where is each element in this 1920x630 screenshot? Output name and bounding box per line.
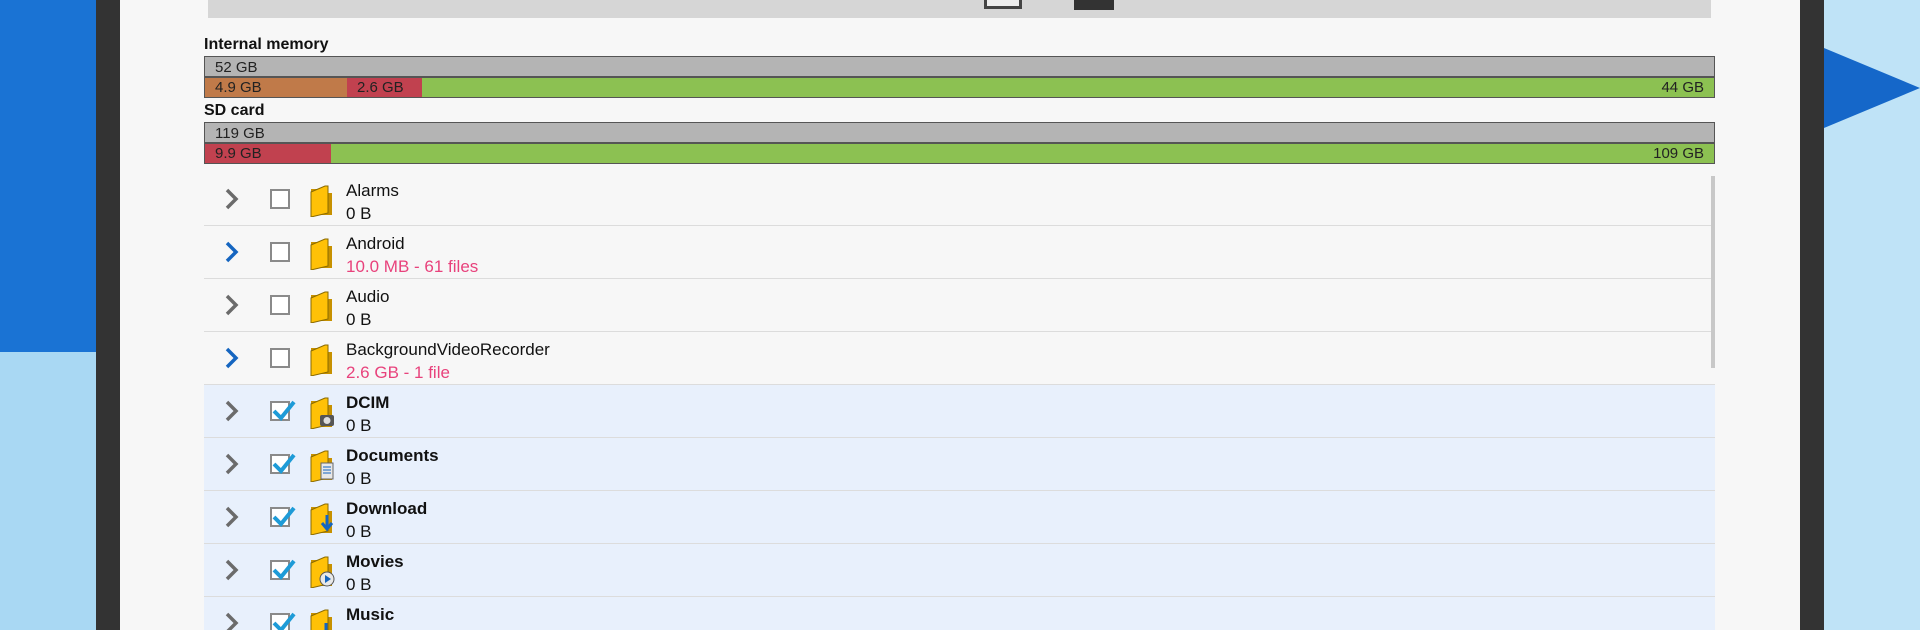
sd-used-segment: 9.9 GB [205, 144, 331, 163]
chevron-right-icon[interactable] [220, 558, 244, 582]
folder-name: BackgroundVideoRecorder [346, 340, 550, 359]
folder-checkbox[interactable] [270, 295, 290, 315]
folder-name: Documents [346, 446, 439, 465]
background-arrow-shape [1824, 48, 1920, 128]
folder-checkbox[interactable] [270, 400, 296, 421]
folder-checkbox[interactable] [270, 559, 296, 580]
folder-size: 0 B [346, 204, 372, 223]
sd-free-text: 109 GB [1653, 145, 1704, 162]
folder-checkbox[interactable] [270, 453, 296, 474]
folder-row[interactable]: Movies 0 B [204, 544, 1715, 597]
sd-card-icon[interactable] [1074, 0, 1114, 10]
chevron-right-icon[interactable] [220, 505, 244, 529]
folder-icon [308, 183, 336, 218]
folder-size: 0 B [346, 522, 372, 541]
folder-row[interactable]: Alarms 0 B [204, 173, 1715, 226]
checkmark-icon [272, 559, 296, 580]
device-storage-icon[interactable] [984, 0, 1022, 9]
folder-checkbox[interactable] [270, 189, 290, 209]
folder-size: 0 B [346, 469, 372, 488]
internal-free-text: 44 GB [1661, 79, 1704, 96]
internal-memory-label: Internal memory [204, 36, 329, 53]
chevron-right-icon[interactable] [220, 240, 244, 264]
folder-row[interactable]: Download 0 B [204, 491, 1715, 544]
background-left-light [0, 352, 96, 630]
camera-folder-icon [308, 395, 336, 430]
folder-size: 0 B [346, 575, 372, 594]
scrollbar[interactable] [1711, 176, 1715, 368]
chevron-right-icon[interactable] [220, 399, 244, 423]
chevron-right-icon[interactable] [220, 346, 244, 370]
folder-name: DCIM [346, 393, 390, 412]
sd-card-label: SD card [204, 102, 265, 119]
document-folder-icon [308, 448, 336, 483]
internal-total-text: 52 GB [215, 59, 258, 76]
chevron-right-icon[interactable] [220, 452, 244, 476]
folder-name: Music [346, 605, 395, 624]
folder-name: Audio [346, 287, 390, 306]
folder-size: 0 B [346, 310, 372, 329]
checkmark-icon [272, 400, 296, 421]
chevron-right-icon[interactable] [220, 611, 244, 630]
sd-usage-bar: 9.9 GB 109 GB [204, 143, 1715, 164]
sd-total-bar: 119 GB [204, 122, 1715, 143]
folder-checkbox[interactable] [270, 612, 296, 630]
folder-icon [308, 289, 336, 324]
internal-total-bar: 52 GB [204, 56, 1715, 77]
folder-size: 10.0 MB - 61 files [346, 257, 479, 276]
checkmark-icon [272, 506, 296, 527]
folder-name: Download [346, 499, 428, 518]
folder-size: 0 B [346, 416, 372, 435]
internal-used-segment: 2.6 GB [347, 78, 422, 97]
folder-name: Movies [346, 552, 404, 571]
internal-used-segment-text: 2.6 GB [357, 79, 404, 96]
toolbar [208, 0, 1711, 18]
sd-total-text: 119 GB [215, 125, 265, 142]
folder-row[interactable]: BackgroundVideoRecorder 2.6 GB - 1 file [204, 332, 1715, 385]
folder-size: 2.6 GB - 1 file [346, 363, 450, 382]
sd-used-segment-text: 9.9 GB [215, 145, 262, 162]
chevron-right-icon[interactable] [220, 293, 244, 317]
folder-list: Alarms 0 B Android 10.0 MB - 61 files Audio 0… [204, 173, 1715, 630]
folder-name: Android [346, 234, 405, 253]
checkmark-icon [272, 453, 296, 474]
movie-folder-icon [308, 554, 336, 589]
music-folder-icon [308, 607, 336, 630]
folder-row[interactable]: Documents 0 B [204, 438, 1715, 491]
chevron-right-icon[interactable] [220, 187, 244, 211]
folder-row[interactable]: Audio 0 B [204, 279, 1715, 332]
folder-checkbox[interactable] [270, 242, 290, 262]
internal-usage-bar: 4.9 GB 2.6 GB 44 GB [204, 77, 1715, 98]
app-screen: Internal memory 52 GB 4.9 GB 2.6 GB 44 GB … [120, 0, 1800, 630]
internal-used-segment-text: 4.9 GB [215, 79, 262, 96]
internal-used-segment: 4.9 GB [205, 78, 347, 97]
folder-row[interactable]: Android 10.0 MB - 61 files [204, 226, 1715, 279]
download-folder-icon [308, 501, 336, 536]
folder-checkbox[interactable] [270, 506, 296, 527]
folder-row[interactable]: Music0 B [204, 597, 1715, 630]
folder-row[interactable]: DCIM 0 B [204, 385, 1715, 438]
checkmark-icon [272, 612, 296, 630]
folder-icon [308, 342, 336, 377]
folder-name: Alarms [346, 181, 399, 200]
folder-icon [308, 236, 336, 271]
folder-checkbox[interactable] [270, 348, 290, 368]
